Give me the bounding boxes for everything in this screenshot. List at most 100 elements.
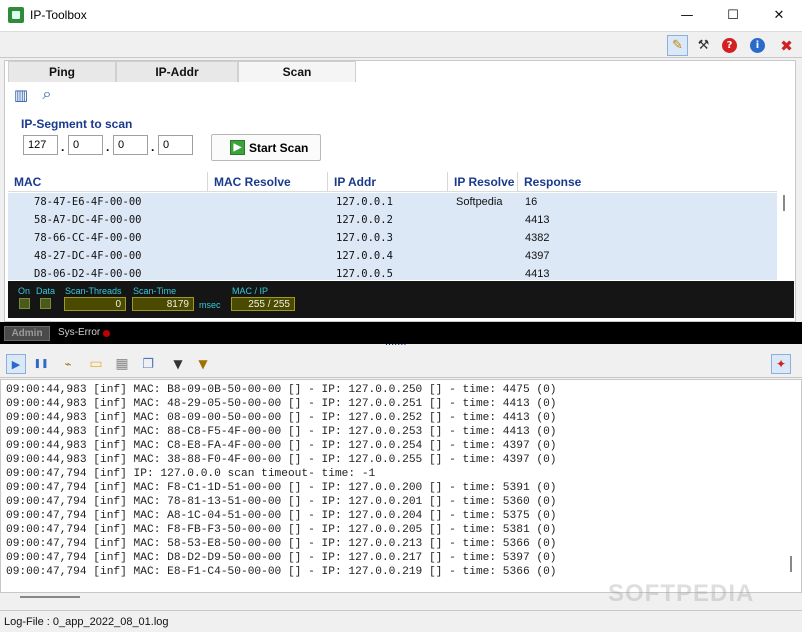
- close-window-button[interactable]: ✕: [756, 0, 802, 31]
- log-line: 09:00:44,983 [inf] MAC: C8-E8-FA-4F-00-0…: [6, 440, 557, 452]
- octet-separator: .: [61, 140, 65, 154]
- table-row[interactable]: 78-66-CC-4F-00-00 127.0.0.3 4382: [8, 229, 777, 247]
- pause-icon[interactable]: ❚❚: [31, 354, 51, 374]
- mac-cell: 78-47-E6-4F-00-00: [34, 196, 142, 208]
- log-line: 09:00:44,983 [inf] MAC: 48-29-05-50-00-0…: [6, 398, 557, 410]
- filter-icon[interactable]: ▼: [168, 354, 188, 374]
- column-response[interactable]: Response: [518, 172, 777, 192]
- sys-error-led-icon: [103, 330, 110, 337]
- log-output[interactable]: 09:00:44,983 [inf] MAC: B8-09-0B-50-00-0…: [0, 379, 802, 593]
- mac-cell: 78-66-CC-4F-00-00: [34, 232, 142, 244]
- octet-separator: .: [151, 140, 155, 154]
- response-cell: 4397: [525, 250, 550, 262]
- mac-ip-label: MAC / IP: [232, 286, 269, 296]
- log-line: 09:00:47,794 [inf] MAC: 58-53-E8-50-00-0…: [6, 538, 557, 550]
- log-line: 09:00:47,794 [inf] MAC: D8-D2-D9-50-00-0…: [6, 552, 557, 564]
- info-icon[interactable]: i: [750, 38, 765, 53]
- log-line: 09:00:44,983 [inf] MAC: 88-C8-F5-4F-00-0…: [6, 426, 557, 438]
- ip-cell: 127.0.0.1: [336, 196, 393, 208]
- ip-cell: 127.0.0.4: [336, 250, 393, 262]
- log-line: 09:00:44,983 [inf] MAC: 38-88-F0-4F-00-0…: [6, 454, 557, 466]
- table-row[interactable]: 78-47-E6-4F-00-00 127.0.0.1 Softpedia 16: [8, 193, 777, 211]
- grid-icon[interactable]: ▦: [112, 354, 132, 374]
- ip-cell: 127.0.0.5: [336, 268, 393, 280]
- maximize-button[interactable]: ☐: [710, 0, 756, 31]
- start-scan-label: Start Scan: [249, 140, 309, 155]
- close-icon[interactable]: ✖: [776, 35, 797, 56]
- table-row[interactable]: 48-27-DC-4F-00-00 127.0.0.4 4397: [8, 247, 777, 265]
- mac-cell: 48-27-DC-4F-00-00: [34, 250, 142, 262]
- window-title: IP-Toolbox: [30, 8, 87, 22]
- on-label: On: [18, 286, 31, 296]
- log-toolbar: ▶ ❚❚ ⌁ ▭ ▦ ❐ ▼ ▼ ✦: [0, 350, 802, 378]
- ip-cell: 127.0.0.2: [336, 214, 393, 226]
- data-label: Data: [36, 286, 56, 296]
- column-mac-resolve[interactable]: MAC Resolve: [208, 172, 328, 192]
- top-toolbar: ✎ ⚒ ? i ✖: [0, 31, 802, 58]
- broom-icon[interactable]: ⌁: [58, 354, 78, 374]
- admin-button[interactable]: Admin: [4, 326, 50, 341]
- scan-time-value: 8179: [132, 297, 194, 311]
- log-line: 09:00:47,794 [inf] MAC: F8-C1-1D-51-00-0…: [6, 482, 557, 494]
- scan-threads-label: Scan-Threads: [65, 286, 122, 296]
- log-vertical-scrollbar[interactable]: [788, 380, 800, 580]
- play-icon[interactable]: ▶: [6, 354, 26, 374]
- play-icon: ▶: [230, 140, 245, 155]
- msec-label: msec: [199, 300, 221, 310]
- book-icon[interactable]: ▥: [12, 86, 30, 104]
- segment-label: IP-Segment to scan: [21, 117, 133, 131]
- column-ip-resolve[interactable]: IP Resolve: [448, 172, 518, 192]
- pin-icon[interactable]: ✦: [771, 354, 791, 374]
- response-cell: 4413: [525, 214, 550, 226]
- tab-ip-addr[interactable]: IP-Addr: [116, 61, 238, 82]
- ip-resolve-cell: Softpedia: [456, 196, 503, 208]
- response-cell: 4413: [525, 268, 550, 280]
- tab-ping[interactable]: Ping: [8, 61, 116, 82]
- minimize-button[interactable]: —: [664, 0, 710, 31]
- mac-cell: 58-A7-DC-4F-00-00: [34, 214, 142, 226]
- start-scan-button[interactable]: ▶ Start Scan: [211, 134, 321, 161]
- log-line: 09:00:47,794 [inf] MAC: E8-F1-C4-50-00-0…: [6, 566, 557, 578]
- help-icon[interactable]: ?: [722, 38, 737, 53]
- copy-icon[interactable]: ❐: [138, 354, 158, 374]
- log-line: 09:00:47,794 [inf] MAC: 78-81-13-51-00-0…: [6, 496, 557, 508]
- octet-2-input[interactable]: 0: [68, 135, 103, 155]
- log-line: 09:00:47,794 [inf] MAC: A8-1C-04-51-00-0…: [6, 510, 557, 522]
- edit-icon[interactable]: ✎: [667, 35, 688, 56]
- octet-3-input[interactable]: 0: [113, 135, 148, 155]
- response-cell: 16: [525, 196, 538, 208]
- data-led-icon: [40, 298, 51, 309]
- log-line: 09:00:44,983 [inf] MAC: 08-09-00-50-00-0…: [6, 412, 557, 424]
- log-line: 09:00:47,794 [inf] IP: 127.0.0.0 scan ti…: [6, 468, 376, 480]
- sys-error-label: Sys-Error: [58, 327, 101, 338]
- response-cell: 4382: [525, 232, 550, 244]
- log-line: 09:00:47,794 [inf] MAC: F8-FB-F3-50-00-0…: [6, 524, 557, 536]
- scan-threads-value: 0: [64, 297, 126, 311]
- results-table-body: 78-47-E6-4F-00-00 127.0.0.1 Softpedia 16…: [8, 193, 777, 280]
- octet-1-input[interactable]: 127: [23, 135, 58, 155]
- octet-separator: .: [106, 140, 110, 154]
- table-row[interactable]: 58-A7-DC-4F-00-00 127.0.0.2 4413: [8, 211, 777, 229]
- mac-cell: D8-06-D2-4F-00-00: [34, 268, 142, 280]
- scan-status-strip: On Data Scan-Threads 0 Scan-Time 8179 ms…: [8, 281, 794, 318]
- column-mac[interactable]: MAC: [8, 172, 208, 192]
- log-line: 09:00:44,983 [inf] MAC: B8-09-0B-50-00-0…: [6, 384, 557, 396]
- tab-scan[interactable]: Scan: [238, 61, 356, 82]
- log-horizontal-scrollbar[interactable]: [20, 596, 80, 598]
- octet-4-input[interactable]: 0: [158, 135, 193, 155]
- ip-cell: 127.0.0.3: [336, 232, 393, 244]
- softpedia-watermark: SOFTPEDIA: [608, 580, 755, 607]
- table-row[interactable]: D8-06-D2-4F-00-00 127.0.0.5 4413: [8, 265, 777, 280]
- logfile-label: Log-File : 0_app_2022_08_01.log: [4, 616, 169, 628]
- status-bar: Log-File : 0_app_2022_08_01.log: [0, 610, 802, 632]
- folder-icon[interactable]: ▭: [86, 354, 106, 374]
- filter-edit-icon[interactable]: ▼: [193, 354, 213, 374]
- column-ip-addr[interactable]: IP Addr: [328, 172, 448, 192]
- search-icon[interactable]: ⌕: [38, 84, 56, 103]
- tools-icon[interactable]: ⚒: [693, 35, 714, 56]
- table-scrollbar[interactable]: [780, 193, 788, 280]
- mac-ip-value: 255 / 255: [231, 297, 295, 311]
- scan-time-label: Scan-Time: [133, 286, 177, 296]
- app-icon: [8, 7, 24, 23]
- results-table-header: MAC MAC Resolve IP Addr IP Resolve Respo…: [8, 172, 777, 192]
